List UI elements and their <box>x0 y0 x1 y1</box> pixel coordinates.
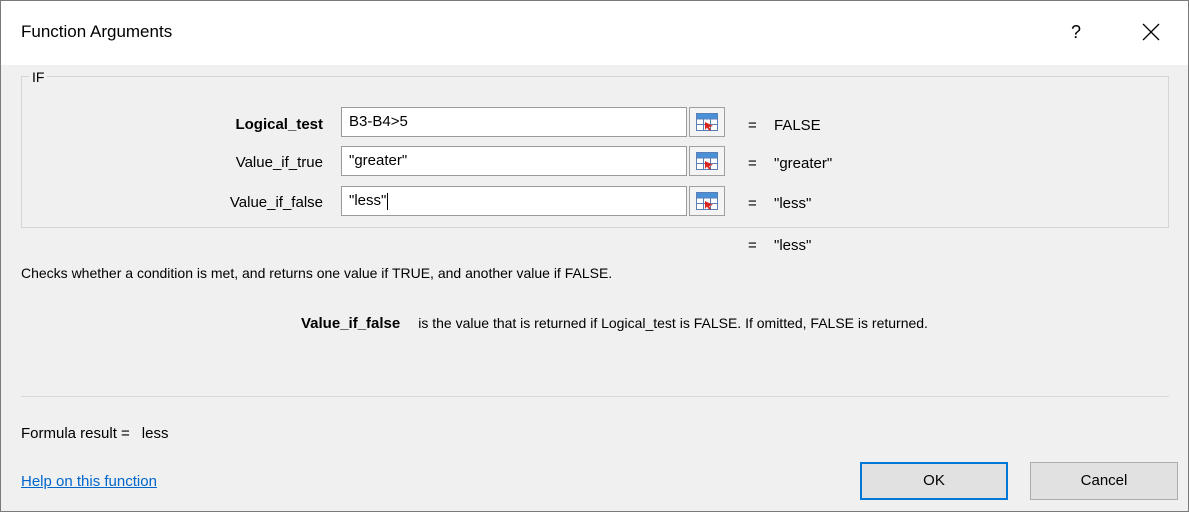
close-icon <box>1142 23 1160 41</box>
logical-test-result: = FALSE <box>748 117 821 134</box>
logical-test-input[interactable]: B3-B4>5 <box>341 107 687 137</box>
argument-help-text: is the value that is returned if Logical… <box>418 315 928 331</box>
formula-result: Formula result = less <box>21 425 168 442</box>
argument-help-name: Value_if_false <box>301 315 401 332</box>
ok-button[interactable]: OK <box>860 462 1008 500</box>
value-if-true-result: = "greater" <box>748 155 833 172</box>
value-if-false-ref-button[interactable] <box>689 186 725 216</box>
collapse-dialog-icon <box>696 192 718 210</box>
collapse-dialog-icon <box>696 152 718 170</box>
overall-result: = "less" <box>748 237 812 254</box>
value-if-false-value: "less" <box>349 192 387 209</box>
value-if-false-result: = "less" <box>748 195 812 212</box>
value-if-true-input[interactable]: "greater" <box>341 146 687 176</box>
help-on-function-link[interactable]: Help on this function <box>21 473 157 490</box>
arg-label-value-if-true: Value_if_true <box>235 154 323 171</box>
divider <box>21 396 1169 397</box>
close-button[interactable] <box>1131 15 1171 49</box>
function-arguments-dialog: Function Arguments ? IF Logical_test B3-… <box>0 0 1189 512</box>
arg-label-logical-test: Logical_test <box>235 116 323 133</box>
argument-help: Value_if_false is the value that is retur… <box>301 315 928 332</box>
logical-test-ref-button[interactable] <box>689 107 725 137</box>
dialog-title: Function Arguments <box>21 22 173 41</box>
cancel-button[interactable]: Cancel <box>1030 462 1178 500</box>
value-if-true-value: "greater" <box>349 152 408 169</box>
collapse-dialog-icon <box>696 113 718 131</box>
function-description: Checks whether a condition is met, and r… <box>21 265 613 281</box>
value-if-false-input[interactable]: "less" <box>341 186 687 216</box>
value-if-true-ref-button[interactable] <box>689 146 725 176</box>
formula-result-value: less <box>141 425 169 442</box>
arg-label-value-if-false: Value_if_false <box>229 194 323 211</box>
text-caret <box>387 192 389 210</box>
logical-test-value: B3-B4>5 <box>349 113 408 130</box>
function-name-label: IF <box>29 69 48 85</box>
help-button[interactable]: ? <box>1061 15 1091 49</box>
formula-result-label: Formula result = <box>21 425 130 442</box>
title-bar: Function Arguments ? <box>1 1 1188 65</box>
